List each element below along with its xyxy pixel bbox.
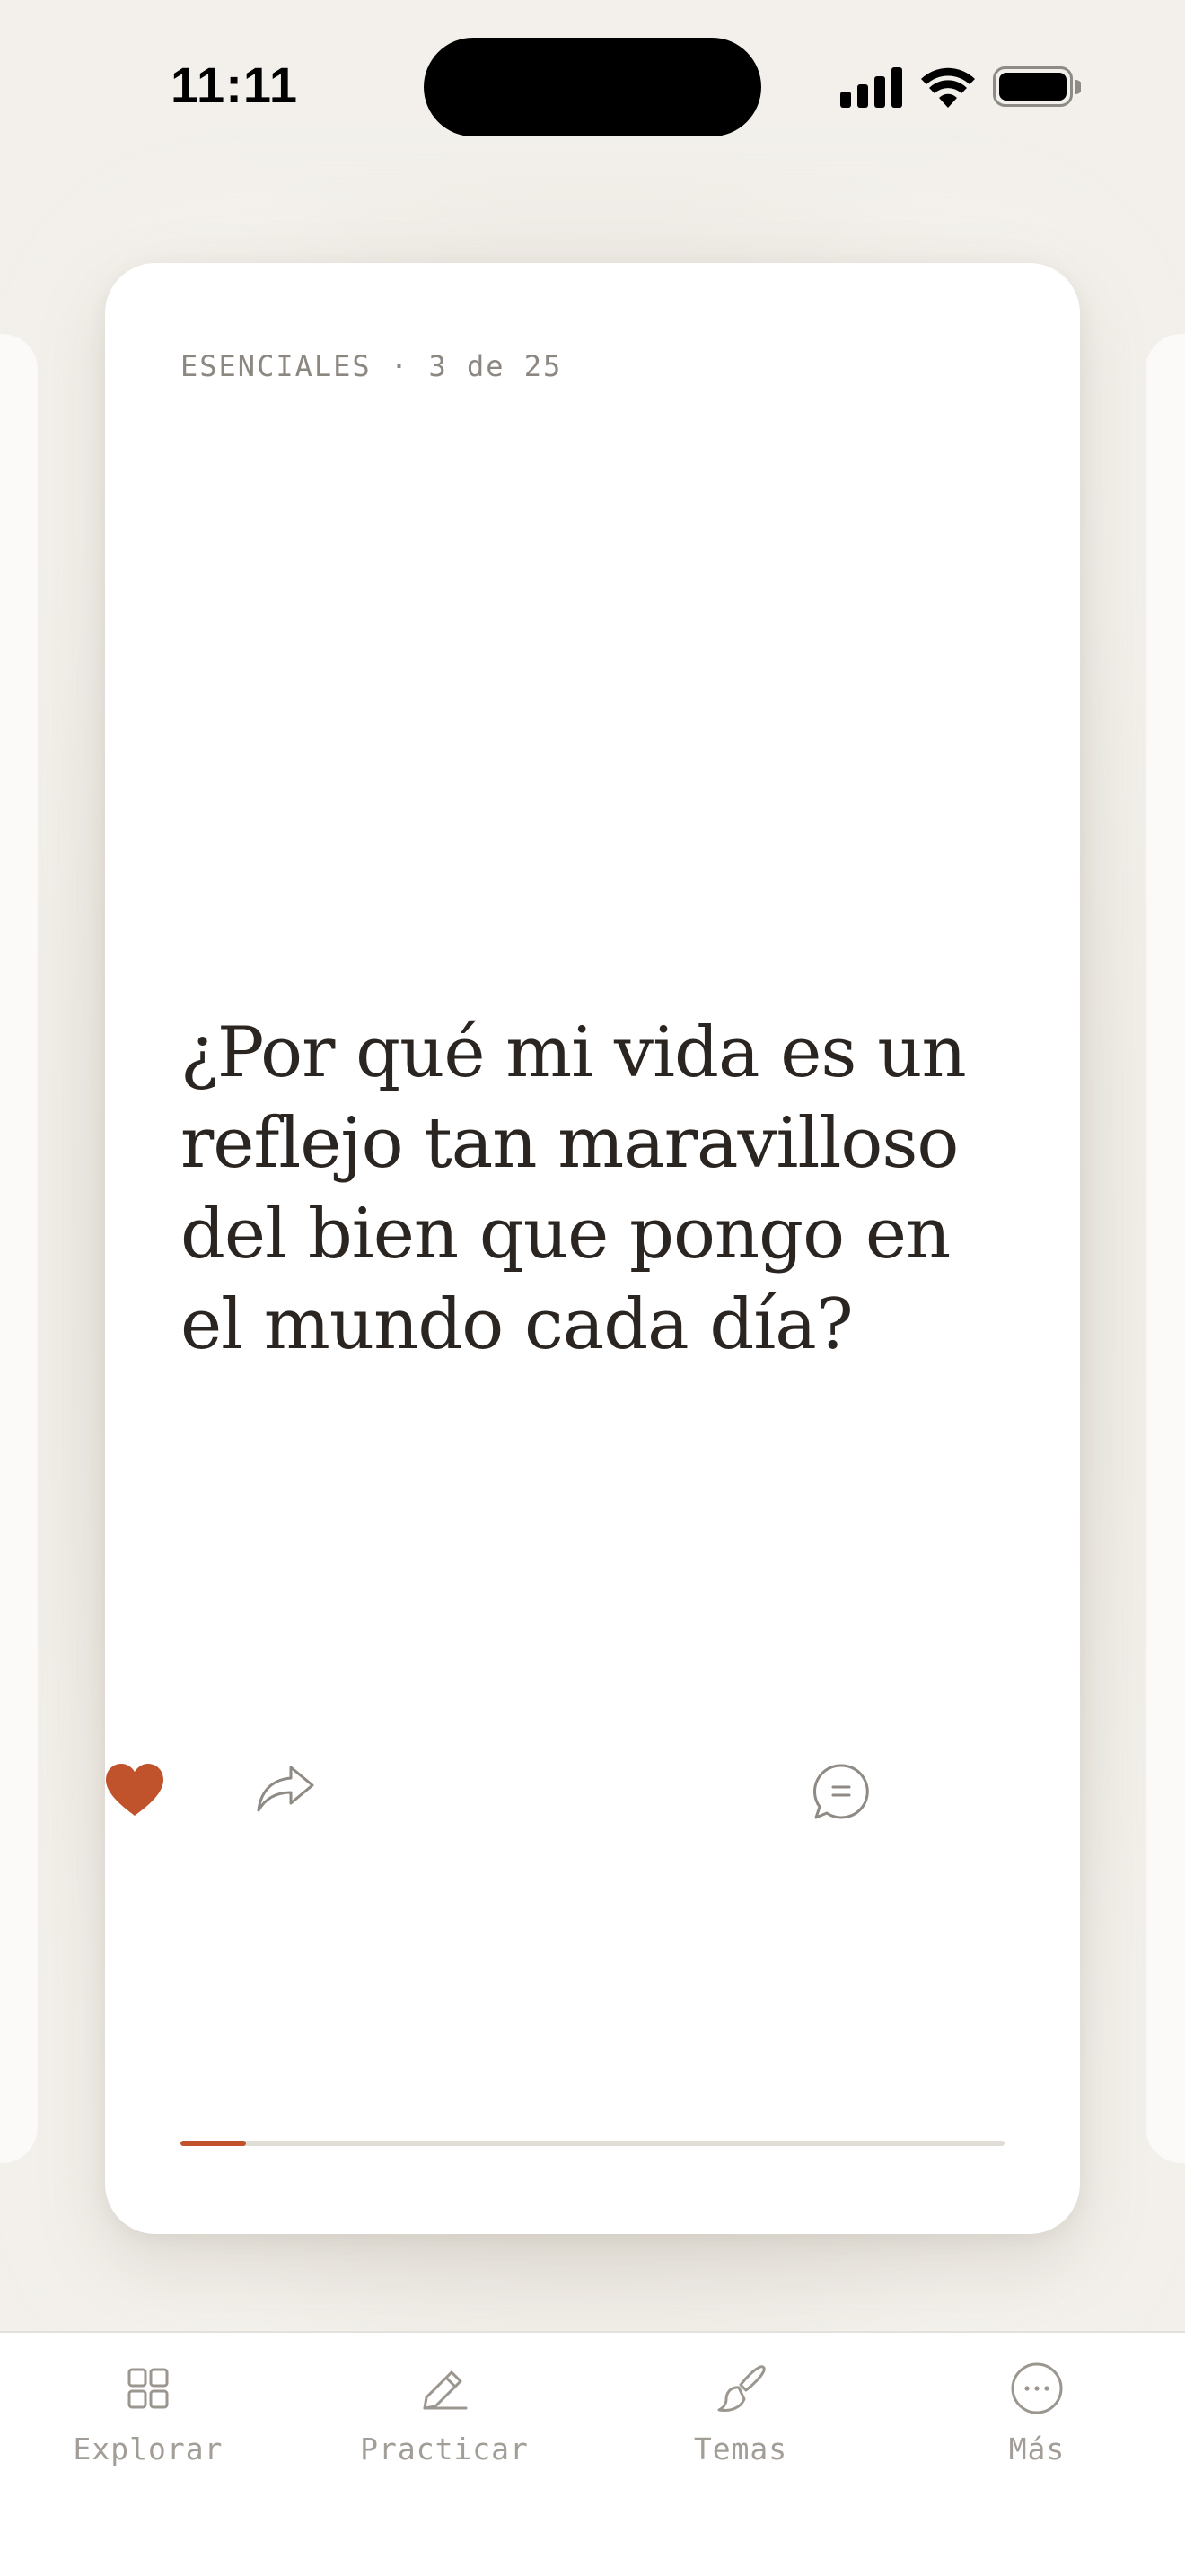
heart-icon[interactable] bbox=[104, 1762, 165, 1818]
question-card[interactable]: ESENCIALES · 3 de 25 ¿Por qué mi vida es… bbox=[105, 263, 1080, 2234]
tab-label: Más bbox=[1008, 2431, 1066, 2466]
card-meta: ESENCIALES · 3 de 25 bbox=[180, 349, 562, 383]
question-text: ¿Por qué mi vida es un reflejo tan marav… bbox=[180, 1012, 967, 1365]
tab-label: Explorar bbox=[73, 2431, 224, 2466]
tab-temas[interactable]: Temas bbox=[592, 2360, 889, 2503]
dynamic-island bbox=[424, 38, 761, 136]
status-time: 11:11 bbox=[171, 57, 299, 113]
tab-practicar[interactable]: Practicar bbox=[296, 2360, 592, 2503]
tab-bar: Explorar Practicar Temas Más bbox=[0, 2331, 1185, 2576]
cellular-signal-icon bbox=[840, 67, 902, 108]
tab-explorar[interactable]: Explorar bbox=[0, 2360, 296, 2503]
paintbrush-icon bbox=[717, 2365, 766, 2412]
next-card[interactable] bbox=[1146, 334, 1185, 2163]
status-icons bbox=[838, 65, 1083, 110]
pencil-icon bbox=[423, 2370, 468, 2410]
tab-label: Temas bbox=[693, 2431, 788, 2466]
comment-icon[interactable] bbox=[812, 1762, 871, 1821]
tab-label: Practicar bbox=[360, 2431, 529, 2466]
collection-name: ESENCIALES bbox=[180, 349, 372, 383]
meta-separator: · bbox=[390, 349, 410, 383]
tab-mas[interactable]: Más bbox=[889, 2360, 1185, 2503]
card-position: 3 de 25 bbox=[428, 349, 563, 383]
share-icon[interactable] bbox=[255, 1762, 316, 1816]
progress-fill bbox=[180, 2141, 247, 2146]
progress-bar bbox=[180, 2141, 1005, 2146]
more-icon bbox=[1011, 2362, 1063, 2414]
grid-icon bbox=[127, 2368, 169, 2409]
battery-icon bbox=[993, 66, 1083, 107]
wifi-icon bbox=[921, 67, 975, 108]
previous-card[interactable] bbox=[0, 334, 38, 2163]
